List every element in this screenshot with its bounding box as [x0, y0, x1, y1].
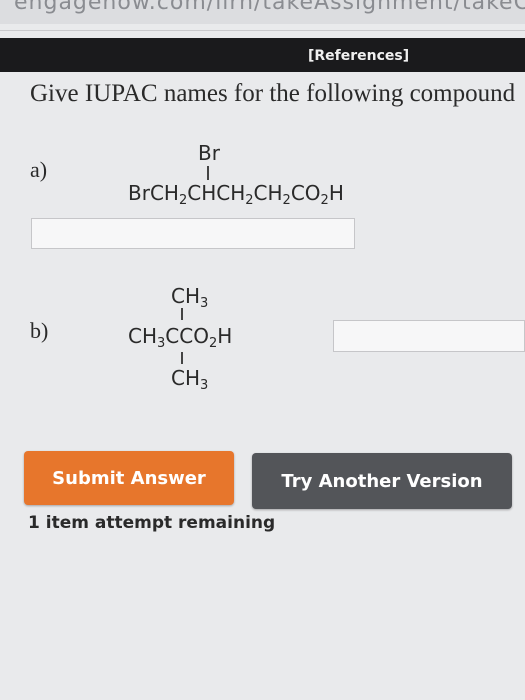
part-b-bottom-group: CH3 [171, 366, 209, 393]
try-another-version-button[interactable]: Try Another Version [252, 453, 512, 509]
part-a-formula: BrCH2CHCH2CH2CO2H [128, 181, 344, 208]
header-bar [0, 38, 525, 72]
browser-url-text: engagenow.com/ilrn/takeAssignment/takeCo… [14, 0, 525, 15]
browser-url-strip: engagenow.com/ilrn/takeAssignment/takeCo… [0, 0, 525, 24]
part-b-answer-input[interactable] [333, 320, 525, 352]
part-b-label: b) [30, 318, 49, 343]
question-prompt: Give IUPAC names for the following compo… [30, 80, 516, 107]
attempts-remaining-text: 1 item attempt remaining [28, 513, 276, 533]
part-a-substituent: Br [198, 141, 220, 165]
part-a-label: a) [30, 157, 48, 182]
part-b-top-group: CH3 [171, 284, 209, 311]
part-a-bond [207, 166, 209, 180]
part-b-top-bond [181, 308, 183, 320]
part-a-answer-input[interactable] [31, 218, 355, 249]
submit-answer-button[interactable]: Submit Answer [24, 451, 234, 505]
references-link[interactable]: [References] [308, 48, 409, 64]
divider [0, 30, 525, 31]
part-b-bottom-bond [181, 352, 183, 364]
part-b-main-chain: CH3CCO2H [128, 324, 233, 351]
